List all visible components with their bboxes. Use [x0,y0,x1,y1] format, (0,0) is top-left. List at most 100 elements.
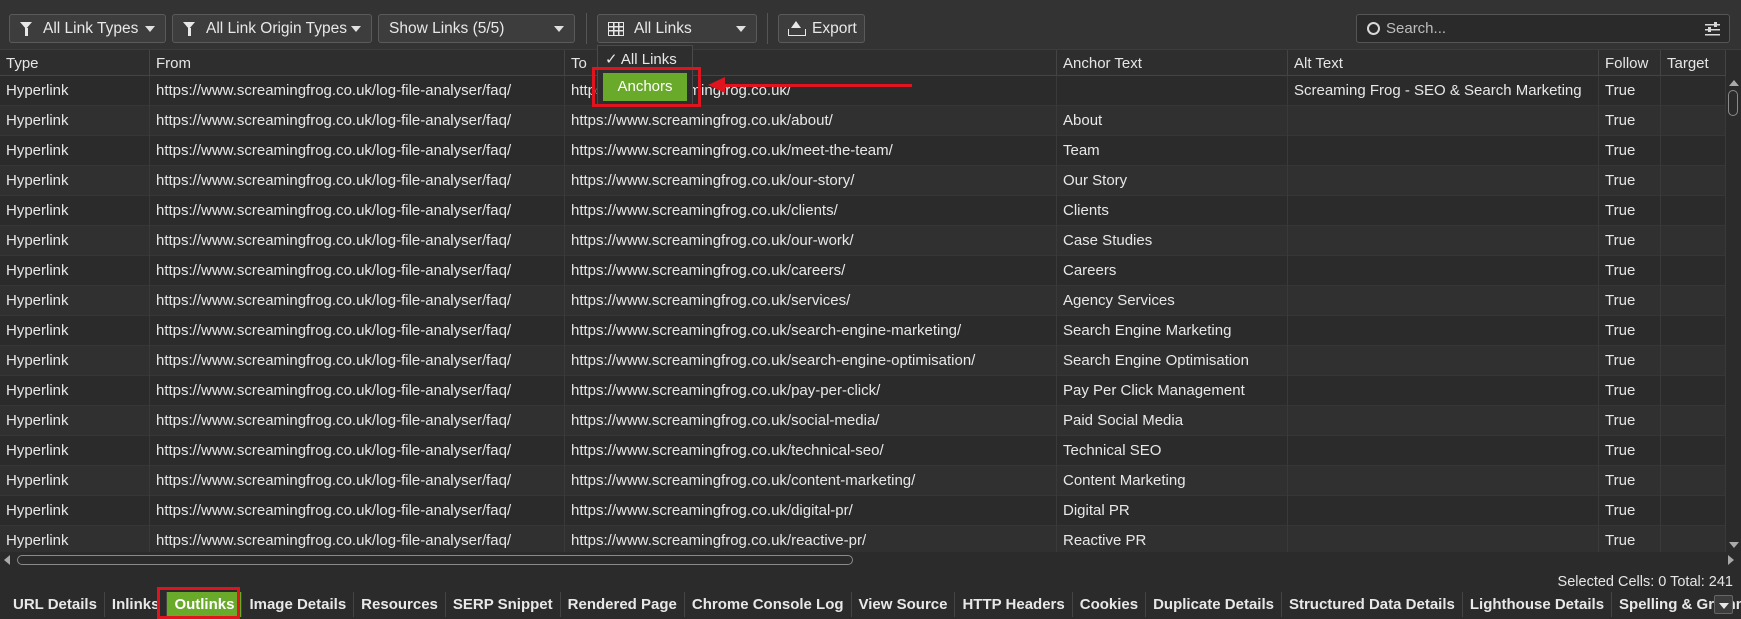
show-links-label: Show Links (5/5) [389,19,505,37]
tab-image-details[interactable]: Image Details [242,592,355,617]
cell-alt-text [1288,106,1599,136]
cell-alt-text [1288,466,1599,496]
table-row[interactable]: Hyperlink https://www.screamingfrog.co.uk… [0,226,1726,256]
cell-target [1661,346,1726,376]
menu-item-anchors[interactable]: Anchors [603,73,687,101]
link-types-label: All Link Types [43,19,139,37]
cell-anchor-text: Team [1057,136,1288,166]
table-row[interactable]: Hyperlink https://www.screamingfrog.co.uk… [0,76,1726,106]
tab-resources[interactable]: Resources [354,592,446,617]
detail-tabs: URL Details Inlinks Outlinks Image Details R… [0,590,1741,619]
cell-anchor-text: Reactive PR [1057,526,1288,552]
table-row[interactable]: Hyperlink https://www.screamingfrog.co.uk… [0,436,1726,466]
cell-target [1661,376,1726,406]
scroll-left-icon[interactable] [4,555,10,565]
export-icon [788,21,806,36]
show-links-dropdown[interactable]: Show Links (5/5) [378,14,575,43]
cell-to: https://www.screamingfrog.co.uk/digital-… [565,496,1057,526]
search-input[interactable] [1386,20,1706,37]
vertical-scroll-thumb[interactable] [1728,90,1738,116]
cell-target [1661,256,1726,286]
tab-duplicate-details[interactable]: Duplicate Details [1146,592,1282,617]
cell-from: https://www.screamingfrog.co.uk/log-file… [150,316,565,346]
table-icon [608,21,624,36]
scroll-down-icon[interactable] [1729,542,1739,548]
column-header-from[interactable]: From [150,50,565,76]
cell-from: https://www.screamingfrog.co.uk/log-file… [150,196,565,226]
horizontal-scroll-thumb[interactable] [17,555,853,565]
table-row[interactable]: Hyperlink https://www.screamingfrog.co.uk… [0,526,1726,552]
cell-alt-text [1288,136,1599,166]
cell-from: https://www.screamingfrog.co.uk/log-file… [150,166,565,196]
table-row[interactable]: Hyperlink https://www.screamingfrog.co.uk… [0,136,1726,166]
tab-serp-snippet[interactable]: SERP Snippet [446,592,561,617]
table-row[interactable]: Hyperlink https://www.screamingfrog.co.uk… [0,466,1726,496]
scroll-right-icon[interactable] [1728,555,1734,565]
cell-follow: True [1599,316,1661,346]
tab-url-details[interactable]: URL Details [6,592,105,617]
more-tabs-button[interactable] [1714,595,1733,614]
tab-structured-data-details[interactable]: Structured Data Details [1282,592,1463,617]
tab-inlinks[interactable]: Inlinks [105,592,168,617]
cell-alt-text [1288,196,1599,226]
link-types-dropdown[interactable]: All Link Types [9,14,166,43]
cell-anchor-text: Our Story [1057,166,1288,196]
scroll-up-icon[interactable] [1729,80,1739,86]
table-row[interactable]: Hyperlink https://www.screamingfrog.co.uk… [0,166,1726,196]
cell-anchor-text: Pay Per Click Management [1057,376,1288,406]
tab-lighthouse-details[interactable]: Lighthouse Details [1463,592,1613,617]
cell-target [1661,286,1726,316]
cell-alt-text [1288,256,1599,286]
table-row[interactable]: Hyperlink https://www.screamingfrog.co.uk… [0,346,1726,376]
table-row[interactable]: Hyperlink https://www.screamingfrog.co.uk… [0,376,1726,406]
menu-item-all-links[interactable]: ✓ All Links [598,48,692,72]
table-row[interactable]: Hyperlink https://www.screamingfrog.co.uk… [0,406,1726,436]
cell-type: Hyperlink [0,406,150,436]
column-header-follow[interactable]: Follow [1599,50,1661,76]
table-row[interactable]: Hyperlink https://www.screamingfrog.co.uk… [0,106,1726,136]
filter-icon [183,21,196,36]
link-origin-types-label: All Link Origin Types [206,19,347,37]
tab-view-source[interactable]: View Source [852,592,956,617]
cell-alt-text [1288,226,1599,256]
cell-alt-text [1288,436,1599,466]
cell-follow: True [1599,136,1661,166]
cell-from: https://www.screamingfrog.co.uk/log-file… [150,526,565,552]
status-bar: Selected Cells: 0 Total: 241 [0,568,1741,590]
view-dropdown[interactable]: All Links [597,14,757,43]
column-header-alt-text[interactable]: Alt Text [1288,50,1599,76]
cell-target [1661,466,1726,496]
tab-rendered-page[interactable]: Rendered Page [561,592,685,617]
cell-from: https://www.screamingfrog.co.uk/log-file… [150,286,565,316]
cell-to: https://www.screamingfrog.co.uk/search-e… [565,316,1057,346]
tab-outlinks[interactable]: Outlinks [167,592,243,617]
cell-type: Hyperlink [0,496,150,526]
cell-to: https://www.screamingfrog.co.uk/pay-per-… [565,376,1057,406]
filter-options-icon[interactable] [1705,22,1720,36]
column-header-type[interactable]: Type [0,50,150,76]
column-header-anchor-text[interactable]: Anchor Text [1057,50,1288,76]
cell-type: Hyperlink [0,436,150,466]
table-row[interactable]: Hyperlink https://www.screamingfrog.co.uk… [0,316,1726,346]
cell-type: Hyperlink [0,256,150,286]
chevron-down-icon [736,26,746,32]
tab-chrome-console-log[interactable]: Chrome Console Log [685,592,852,617]
vertical-scrollbar[interactable] [1726,76,1741,552]
table-row[interactable]: Hyperlink https://www.screamingfrog.co.uk… [0,256,1726,286]
cell-follow: True [1599,406,1661,436]
cell-from: https://www.screamingfrog.co.uk/log-file… [150,376,565,406]
link-origin-types-dropdown[interactable]: All Link Origin Types [172,14,372,43]
column-header-target[interactable]: Target [1661,50,1726,76]
tab-cookies[interactable]: Cookies [1073,592,1147,617]
cell-alt-text [1288,166,1599,196]
table-body: Hyperlink https://www.screamingfrog.co.uk… [0,76,1726,552]
view-menu: ✓ All Links Anchors [597,45,693,105]
export-button[interactable]: Export [778,14,865,43]
horizontal-scrollbar[interactable] [0,552,1741,568]
cell-type: Hyperlink [0,226,150,256]
table-row[interactable]: Hyperlink https://www.screamingfrog.co.uk… [0,196,1726,226]
table-row[interactable]: Hyperlink https://www.screamingfrog.co.uk… [0,496,1726,526]
table-row[interactable]: Hyperlink https://www.screamingfrog.co.uk… [0,286,1726,316]
cell-from: https://www.screamingfrog.co.uk/log-file… [150,346,565,376]
tab-http-headers[interactable]: HTTP Headers [955,592,1073,617]
